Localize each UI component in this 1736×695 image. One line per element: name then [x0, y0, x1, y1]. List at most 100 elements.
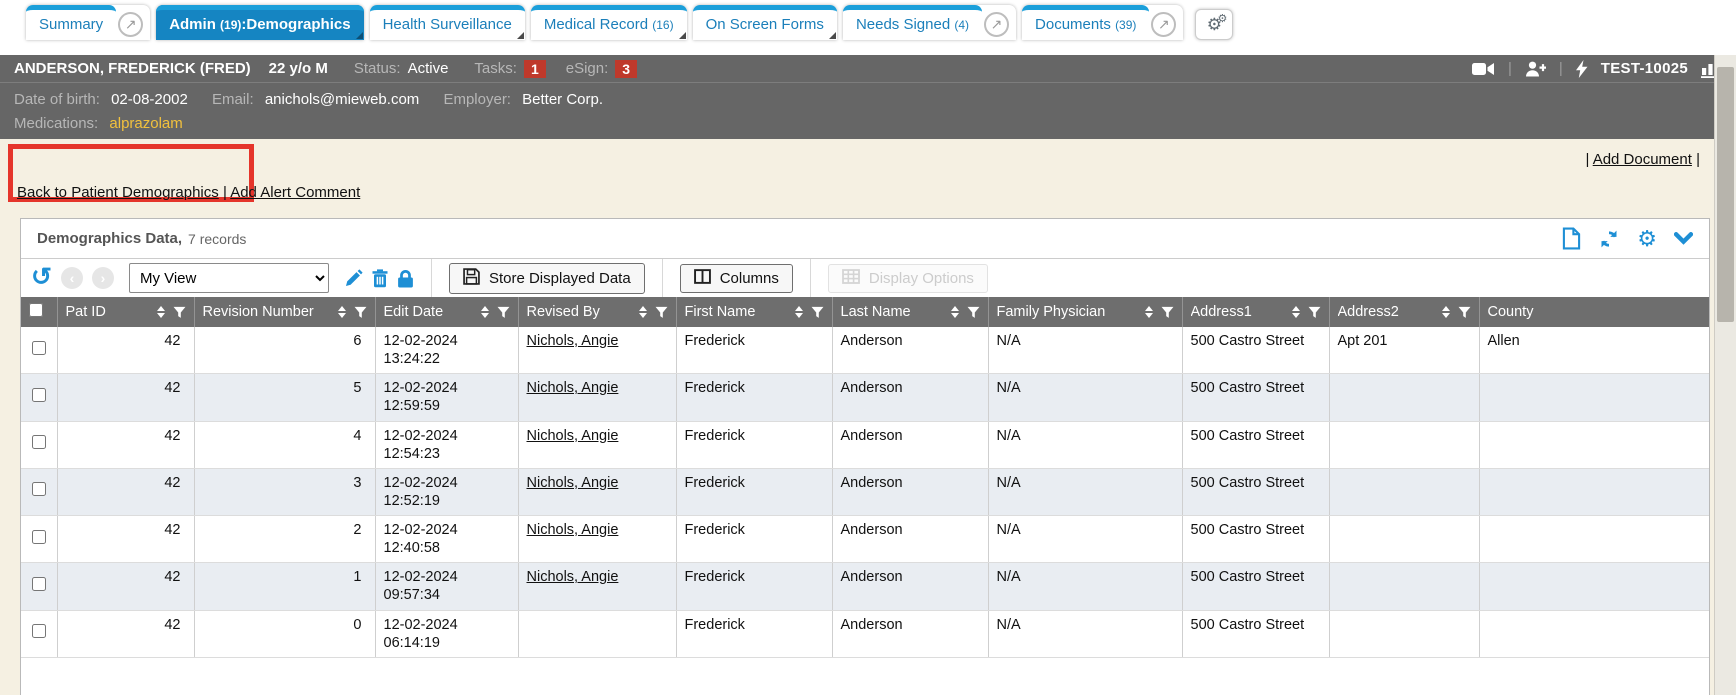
revised-by-link[interactable]: Nichols, Angie — [527, 569, 619, 585]
column-header-first-name[interactable]: First Name — [676, 297, 832, 327]
collapse-chevron-down-icon[interactable] — [1674, 232, 1693, 245]
column-header-pat-id[interactable]: Pat ID — [57, 297, 194, 327]
tab-health-surveillance[interactable]: Health Surveillance — [370, 5, 525, 40]
demographics-table: Pat IDRevision NumberEdit DateRevised By… — [21, 297, 1709, 658]
sort-icon[interactable] — [795, 306, 803, 318]
video-camera-icon[interactable] — [1472, 62, 1495, 76]
medications-label: Medications: — [14, 115, 98, 132]
revised-by-link[interactable]: Nichols, Angie — [527, 333, 619, 349]
floppy-save-icon — [463, 268, 480, 289]
column-header-edit-date[interactable]: Edit Date — [375, 297, 518, 327]
sort-icon[interactable] — [1442, 306, 1450, 318]
table-row: 42412-02-202412:54:23Nichols, AngieFrede… — [21, 421, 1709, 468]
add-alert-comment-link[interactable]: Add Alert Comment — [230, 184, 360, 201]
filter-funnel-icon[interactable] — [497, 306, 510, 319]
filter-funnel-icon[interactable] — [1458, 306, 1471, 319]
row-checkbox[interactable] — [32, 624, 46, 638]
row-checkbox[interactable] — [32, 530, 46, 544]
cell-county — [1479, 468, 1709, 515]
edit-view-pencil-icon[interactable] — [344, 269, 363, 288]
row-checkbox[interactable] — [32, 388, 46, 402]
filter-funnel-icon[interactable] — [811, 306, 824, 319]
column-header-address2[interactable]: Address2 — [1329, 297, 1479, 327]
popout-icon[interactable]: ↗ — [1151, 12, 1176, 37]
column-label: Address1 — [1191, 304, 1284, 320]
row-checkbox[interactable] — [32, 482, 46, 496]
cell-revised-by: Nichols, Angie — [518, 563, 676, 610]
sort-icon[interactable] — [639, 306, 647, 318]
status-value: Active — [408, 60, 449, 77]
cell-family-physician: N/A — [988, 327, 1182, 374]
tasks-badge[interactable]: 1 — [524, 60, 546, 78]
add-user-icon[interactable] — [1525, 61, 1546, 77]
row-checkbox[interactable] — [32, 435, 46, 449]
view-select[interactable]: My View — [129, 263, 329, 293]
lock-view-icon[interactable] — [397, 269, 414, 288]
sort-icon[interactable] — [1145, 306, 1153, 318]
column-header-revision-number[interactable]: Revision Number — [194, 297, 375, 327]
row-checkbox[interactable] — [32, 577, 46, 591]
select-all-checkbox[interactable] — [29, 303, 43, 317]
filter-funnel-icon[interactable] — [173, 306, 186, 319]
column-header-last-name[interactable]: Last Name — [832, 297, 988, 327]
medications-value[interactable]: alprazolam — [109, 115, 182, 132]
table-row: 42312-02-202412:52:19Nichols, AngieFrede… — [21, 468, 1709, 515]
filter-funnel-icon[interactable] — [1161, 306, 1174, 319]
column-header-address1[interactable]: Address1 — [1182, 297, 1329, 327]
popout-icon[interactable]: ↗ — [984, 12, 1009, 37]
sort-icon[interactable] — [1292, 306, 1300, 318]
row-checkbox-cell — [21, 327, 57, 374]
cell-last-name: Anderson — [832, 374, 988, 421]
revised-by-link[interactable]: Nichols, Angie — [527, 380, 619, 396]
lightning-icon[interactable] — [1576, 60, 1588, 78]
vertical-scrollbar[interactable] — [1714, 55, 1736, 695]
employer-label: Employer: — [443, 91, 511, 108]
store-displayed-data-button[interactable]: Store Displayed Data — [449, 263, 645, 294]
toolbar-divider — [810, 259, 811, 297]
main-content: | Add Document | Back to Patient Demogra… — [0, 139, 1736, 695]
sort-icon[interactable] — [338, 306, 346, 318]
tab-settings-button[interactable]: ⚙ ⚙ — [1195, 9, 1233, 40]
previous-view-button[interactable]: ‹ — [61, 267, 83, 289]
revised-by-link[interactable]: Nichols, Angie — [527, 522, 619, 538]
tab-needs-signed[interactable]: Needs Signed (4)↗ — [843, 5, 1016, 40]
popout-icon[interactable]: ↗ — [118, 12, 143, 37]
tab-documents[interactable]: Documents (39)↗ — [1022, 5, 1183, 40]
new-document-icon[interactable] — [1562, 227, 1581, 250]
revised-by-link[interactable]: Nichols, Angie — [527, 475, 619, 491]
filter-funnel-icon[interactable] — [655, 306, 668, 319]
filter-funnel-icon[interactable] — [1308, 306, 1321, 319]
add-document-link[interactable]: Add Document — [1593, 151, 1692, 168]
column-header-county[interactable]: County — [1479, 297, 1709, 327]
tab-summary[interactable]: Summary↗ — [26, 5, 150, 40]
revised-by-link[interactable]: Nichols, Angie — [527, 428, 619, 444]
table-header-row: Pat IDRevision NumberEdit DateRevised By… — [21, 297, 1709, 327]
select-all-header-cell — [21, 297, 57, 327]
cell-revised-by: Nichols, Angie — [518, 327, 676, 374]
sort-icon[interactable] — [157, 306, 165, 318]
filter-funnel-icon[interactable] — [354, 306, 367, 319]
delete-view-trash-icon[interactable] — [372, 269, 388, 288]
row-checkbox[interactable] — [32, 341, 46, 355]
tab-on-screen-forms[interactable]: On Screen Forms — [693, 5, 837, 40]
patient-name: ANDERSON, FREDERICK (FRED) — [14, 60, 251, 77]
panel-gear-icon[interactable]: ⚙ — [1637, 229, 1657, 249]
tab-medical-record[interactable]: Medical Record (16) — [531, 5, 687, 40]
back-to-patient-demographics-link[interactable]: Back to Patient Demographics — [17, 184, 219, 201]
sort-icon[interactable] — [951, 306, 959, 318]
cell-last-name: Anderson — [832, 610, 988, 657]
cell-address2 — [1329, 610, 1479, 657]
demographics-data-panel: Demographics Data, 7 records ⚙ ↺ ‹ › My … — [20, 218, 1710, 695]
sort-icon[interactable] — [481, 306, 489, 318]
columns-button[interactable]: Columns — [680, 264, 793, 293]
column-header-revised-by[interactable]: Revised By — [518, 297, 676, 327]
filter-funnel-icon[interactable] — [967, 306, 980, 319]
column-header-family-physician[interactable]: Family Physician — [988, 297, 1182, 327]
toolbar-divider — [431, 259, 432, 297]
reset-view-undo-icon[interactable]: ↺ — [31, 265, 52, 289]
refresh-icon[interactable] — [1598, 229, 1620, 249]
tab-admin[interactable]: Admin (19):Demographics — [156, 5, 363, 40]
cell-edit-date: 12-02-202409:57:34 — [375, 563, 518, 610]
esign-badge[interactable]: 3 — [615, 60, 637, 78]
next-view-button[interactable]: › — [92, 267, 114, 289]
